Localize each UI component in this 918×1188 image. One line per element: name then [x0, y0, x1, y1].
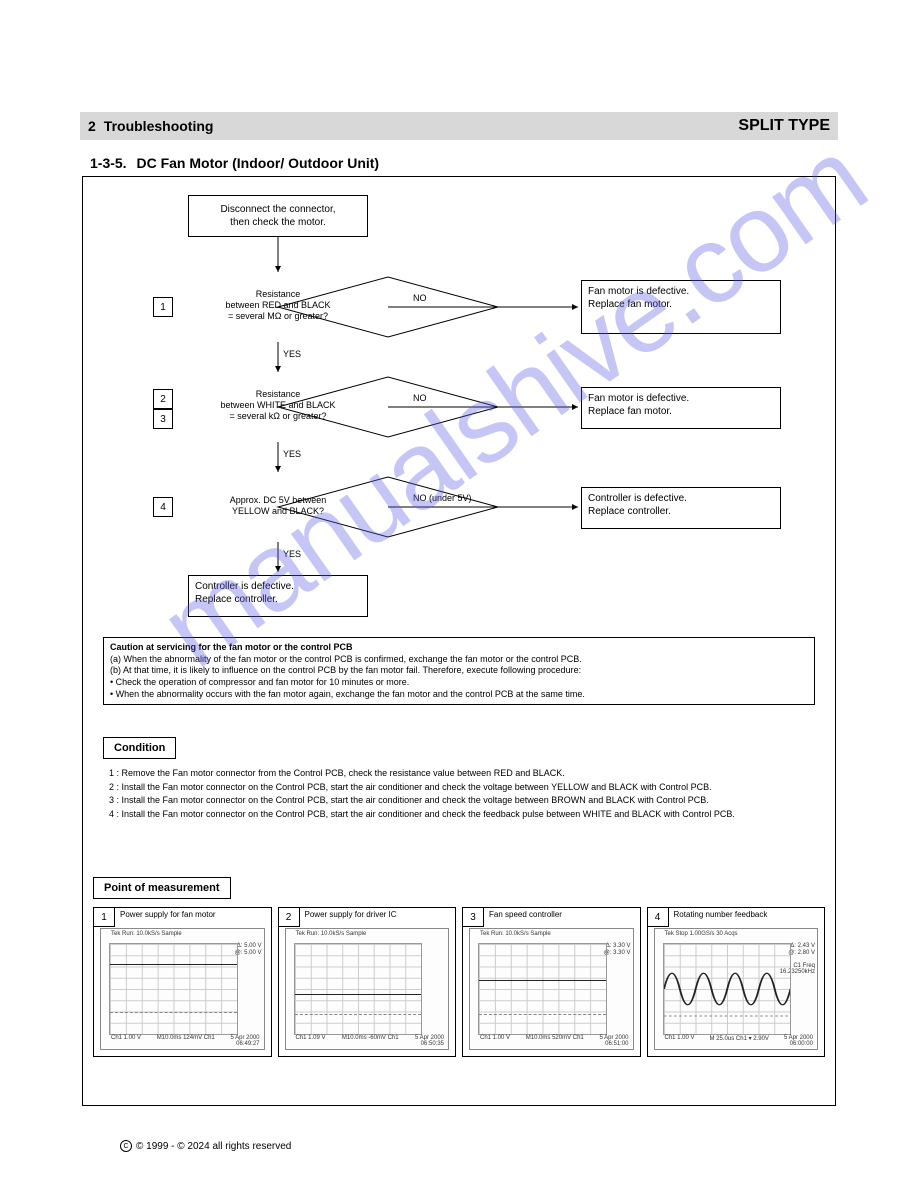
caution-l3: • Check the operation of compressor and …: [110, 677, 409, 687]
copyright-icon: C: [120, 1140, 132, 1152]
scope-cell: 4 Rotating number feedback Tek Stop 1.00…: [647, 907, 826, 1057]
scope-right-readout: Δ: 5.00 V @: 5.00 V: [235, 943, 262, 956]
scope-bottom-readout: Ch1 1.09 V M10.0ms -60mV Ch1 5 Apr 2000 …: [296, 1035, 445, 1047]
condition-4: 4 : Install the Fan motor connector on t…: [109, 809, 735, 819]
flow-d1-text: Resistance between RED and BLACK = sever…: [198, 289, 358, 321]
scope-screen: Tek Run: 10.0kS/s Sample Δ: 5.00 V @: 5.…: [100, 928, 265, 1050]
scope-top-readout: Tek Run: 10.0kS/s Sample: [296, 931, 367, 937]
scope-cell: 3 Fan speed controller Tek Run: 10.0kS/s…: [462, 907, 641, 1057]
zero-line: [295, 1014, 422, 1016]
flow-d2-no: NO: [413, 393, 427, 403]
footer-text: © 1999 - © 2024 all rights reserved: [136, 1141, 291, 1152]
caution-l2: (b) At that time, it is likely to influe…: [110, 665, 581, 675]
scope-bottom-readout: Ch1 1.00 V M 25.0us Ch1 ▾ 2.90V 5 Apr 20…: [665, 1035, 814, 1047]
scope-grid: [109, 943, 238, 1035]
page: manualshive.com 2 Troubleshooting SPLIT …: [0, 0, 918, 1188]
caution-box: Caution at servicing for the fan motor o…: [103, 637, 815, 705]
trace-line: [479, 980, 606, 981]
po-heading: Point of measurement: [93, 877, 231, 899]
scope-num: 3: [462, 907, 484, 927]
zero-line: [479, 1014, 606, 1016]
condition-3: 3 : Install the Fan motor connector on t…: [109, 795, 709, 805]
condition-heading: Condition: [103, 737, 176, 759]
condition-2: 2 : Install the Fan motor connector on t…: [109, 782, 712, 792]
flow-r1: Fan motor is defective. Replace fan moto…: [581, 280, 781, 334]
flow-r2: Fan motor is defective. Replace fan moto…: [581, 387, 781, 429]
flow-d2-yes: YES: [283, 449, 301, 459]
flow-r3: Controller is defective. Replace control…: [581, 487, 781, 529]
scope-num: 1: [93, 907, 115, 927]
flow-end: Controller is defective. Replace control…: [188, 575, 368, 617]
scope-top-readout: Tek Stop 1.00GS/s 30 Acqs: [665, 931, 738, 937]
caution-l4: • When the abnormality occurs with the f…: [110, 689, 585, 699]
scope-title: Power supply for fan motor: [120, 910, 216, 919]
flow-d3-yes: YES: [283, 549, 301, 559]
caution-heading: Caution at servicing for the fan motor o…: [110, 642, 353, 652]
sine-trace: [664, 944, 791, 1034]
scope-cell: 2 Power supply for driver IC Tek Run: 10…: [278, 907, 457, 1057]
scope-screen: Tek Run: 10.0kS/s Sample Ch1 1.09 V M10.…: [285, 928, 450, 1050]
zero-line: [110, 1012, 237, 1014]
header-category: SPLIT TYPE: [738, 117, 830, 135]
flow-start: Disconnect the connector, then check the…: [188, 195, 368, 237]
scope-top-readout: Tek Run: 10.0kS/s Sample: [111, 931, 182, 937]
flow-d3-no: NO (under 5V): [413, 493, 472, 503]
scope-num: 2: [278, 907, 300, 927]
scope-bottom-readout: Ch1 1.00 V M10.0ms 124mV Ch1 5 Apr 2000 …: [111, 1035, 260, 1047]
scope-num: 4: [647, 907, 669, 927]
scope-grid: [663, 943, 792, 1035]
header-bar: 2 Troubleshooting SPLIT TYPE: [80, 112, 838, 140]
header-title: Troubleshooting: [104, 118, 214, 134]
scope-bottom-readout: Ch1 1.00 V M10.0ms 520mV Ch1 5 Apr 2000 …: [480, 1035, 629, 1047]
flow-d1-ref: 1: [153, 297, 173, 317]
header-section-tag: 2: [88, 118, 96, 134]
scope-grid: [294, 943, 423, 1035]
content-frame: Disconnect the connector, then check the…: [82, 176, 836, 1106]
footer: C © 1999 - © 2024 all rights reserved: [80, 1140, 838, 1152]
section-name: DC Fan Motor (Indoor/ Outdoor Unit): [136, 155, 379, 171]
scope-grid: [478, 943, 607, 1035]
caution-l1: (a) When the abnormality of the fan moto…: [110, 654, 582, 664]
flow-d2-ref-a: 2: [153, 389, 173, 409]
scope-title: Rotating number feedback: [674, 910, 768, 919]
scope-row: 1 Power supply for fan motor Tek Run: 10…: [93, 907, 825, 1057]
condition-list: 1 : Remove the Fan motor connector from …: [109, 767, 815, 821]
scope-right-readout: Δ: 3.30 V @: 3.30 V: [604, 943, 631, 956]
trace-line: [295, 994, 422, 995]
flow-d1-no: NO: [413, 293, 427, 303]
scope-title: Power supply for driver IC: [305, 910, 397, 919]
section-title: 1-3-5. DC Fan Motor (Indoor/ Outdoor Uni…: [90, 155, 379, 171]
trace-line: [110, 964, 237, 965]
flow-d3-ref: 4: [153, 497, 173, 517]
condition-1: 1 : Remove the Fan motor connector from …: [109, 768, 565, 778]
flow-d3-text: Approx. DC 5V between YELLOW and BLACK?: [198, 495, 358, 517]
scope-screen: Tek Run: 10.0kS/s Sample Δ: 3.30 V @: 3.…: [469, 928, 634, 1050]
flow-d2-ref-b: 3: [153, 409, 173, 429]
scope-top-readout: Tek Run: 10.0kS/s Sample: [480, 931, 551, 937]
scope-title: Fan speed controller: [489, 910, 562, 919]
scope-cell: 1 Power supply for fan motor Tek Run: 10…: [93, 907, 272, 1057]
scope-screen: Tek Stop 1.00GS/s 30 Acqs Δ: 2.43 V @: 2…: [654, 928, 819, 1050]
flow-d1-yes: YES: [283, 349, 301, 359]
section-num: 1-3-5.: [90, 155, 127, 171]
flow-d2-text: Resistance between WHITE and BLACK = sev…: [198, 389, 358, 421]
